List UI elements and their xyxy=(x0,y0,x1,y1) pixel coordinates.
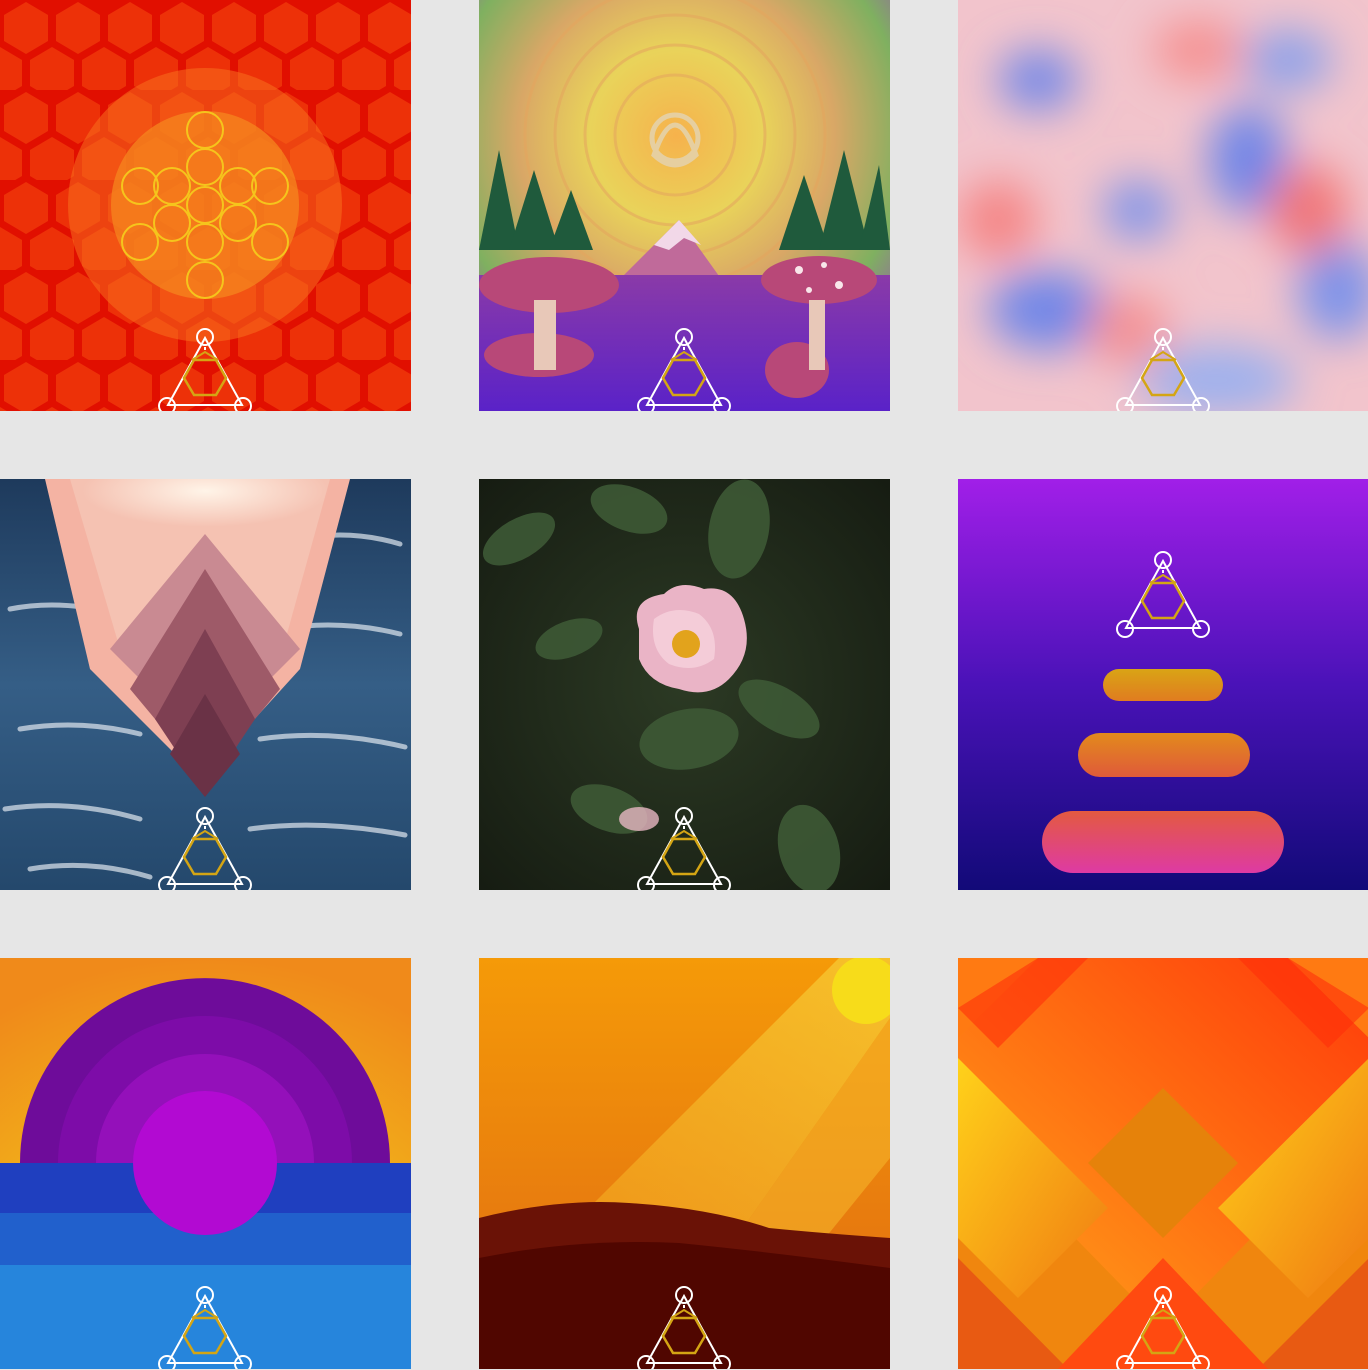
tile-purple-rainbow-sunset[interactable] xyxy=(0,958,411,1369)
triangle-hexagon-logo-icon xyxy=(155,1286,255,1369)
tile-orange-desert-sun[interactable] xyxy=(479,958,890,1369)
tile-ocean-pink-diamonds[interactable] xyxy=(0,479,411,890)
triangle-hexagon-logo-icon xyxy=(634,1286,734,1369)
tile-wild-rose-photo[interactable] xyxy=(479,479,890,890)
gradient-bars-artwork xyxy=(958,479,1368,890)
triangle-hexagon-logo-icon xyxy=(1113,328,1213,411)
triangle-hexagon-logo-icon xyxy=(1113,1286,1213,1369)
tile-psychedelic-mountain-mushrooms[interactable] xyxy=(479,0,890,411)
triangle-hexagon-logo-icon xyxy=(155,328,255,411)
tile-orange-weave[interactable] xyxy=(958,958,1368,1369)
tile-pink-blue-blur[interactable] xyxy=(958,0,1368,411)
tile-purple-stacked-bars[interactable] xyxy=(958,479,1368,890)
triangle-hexagon-logo-icon xyxy=(634,328,734,411)
tile-honeycomb-flower-of-life[interactable] xyxy=(0,0,411,411)
triangle-hexagon-logo-icon xyxy=(1113,551,1213,639)
triangle-hexagon-logo-icon xyxy=(155,807,255,890)
triangle-hexagon-logo-icon xyxy=(634,807,734,890)
